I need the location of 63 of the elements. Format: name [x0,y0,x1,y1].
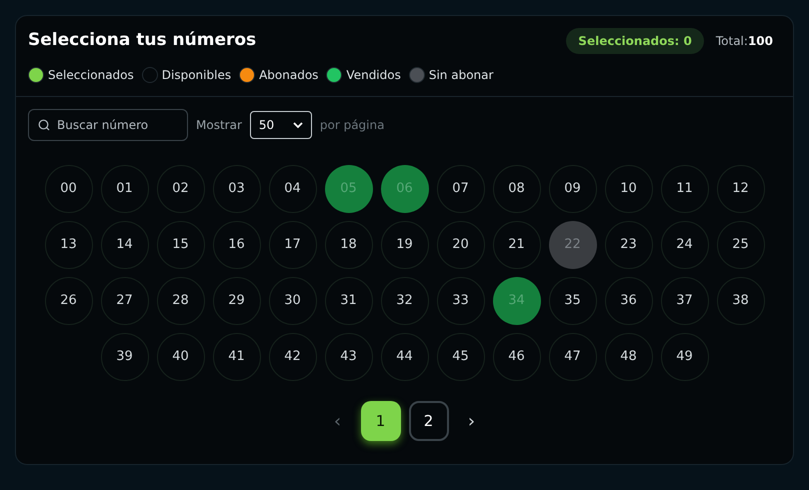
search-icon [38,119,50,131]
number-button[interactable]: 37 [660,277,708,325]
selected-count-badge: Seleccionados: 0 [566,28,704,54]
number-button[interactable]: 03 [212,165,260,213]
page-button[interactable]: 1 [360,401,400,441]
number-button[interactable]: 47 [548,333,596,381]
number-button[interactable]: 13 [44,221,92,269]
chevron-down-icon [292,122,303,128]
number-button[interactable]: 00 [44,165,92,213]
number-button[interactable]: 15 [156,221,204,269]
number-button[interactable]: 35 [548,277,596,325]
number-button[interactable]: 16 [212,221,260,269]
number-button[interactable]: 30 [268,277,316,325]
number-button[interactable]: 27 [100,277,148,325]
number-button[interactable]: 10 [604,165,652,213]
number-button[interactable]: 32 [380,277,428,325]
number-button[interactable]: 26 [44,277,92,325]
number-button[interactable]: 02 [156,165,204,213]
number-button[interactable]: 42 [268,333,316,381]
legend-label: Abonados [259,67,318,84]
number-button[interactable]: 04 [268,165,316,213]
total-label: Total:100 [716,33,773,50]
number-button[interactable]: 01 [100,165,148,213]
number-button[interactable]: 36 [604,277,652,325]
number-button[interactable]: 21 [492,221,540,269]
number-button[interactable]: 44 [380,333,428,381]
page-button[interactable]: 2 [408,401,448,441]
number-button[interactable]: 14 [100,221,148,269]
number-button[interactable]: 19 [380,221,428,269]
legend-label: Sin abonar [428,67,494,84]
number-button[interactable]: 07 [436,165,484,213]
number-button[interactable]: 25 [716,221,764,269]
number-button[interactable]: 49 [660,333,708,381]
legend-label: Disponibles [162,67,232,84]
number-button[interactable]: 17 [268,221,316,269]
number-button[interactable]: 29 [212,277,260,325]
number-button[interactable]: 38 [716,277,764,325]
number-button[interactable]: 20 [436,221,484,269]
search-field[interactable]: Buscar número [28,109,188,141]
number-button[interactable]: 39 [100,333,148,381]
number-button[interactable]: 45 [436,333,484,381]
page-size-select[interactable]: 50 [250,111,312,139]
number-button[interactable]: 43 [324,333,372,381]
number-button[interactable]: 18 [324,221,372,269]
show-label: Mostrar [196,117,242,134]
number-button[interactable]: 33 [436,277,484,325]
title: Selecciona tus números [28,29,256,52]
next-page-button[interactable]: › [456,406,486,436]
number-button[interactable]: 24 [660,221,708,269]
number-button[interactable]: 40 [156,333,204,381]
number-button[interactable]: 23 [604,221,652,269]
number-button[interactable]: 12 [716,165,764,213]
per-page-label: por página [320,117,384,134]
number-button[interactable]: 11 [660,165,708,213]
number-button[interactable]: 28 [156,277,204,325]
number-button[interactable]: 08 [492,165,540,213]
number-button[interactable]: 48 [604,333,652,381]
number-button[interactable]: 09 [548,165,596,213]
number-button[interactable]: 46 [492,333,540,381]
number-button[interactable]: 31 [324,277,372,325]
number-button[interactable]: 41 [212,333,260,381]
legend-label: Seleccionados [48,67,134,84]
legend-label: Vendidos [346,67,401,84]
